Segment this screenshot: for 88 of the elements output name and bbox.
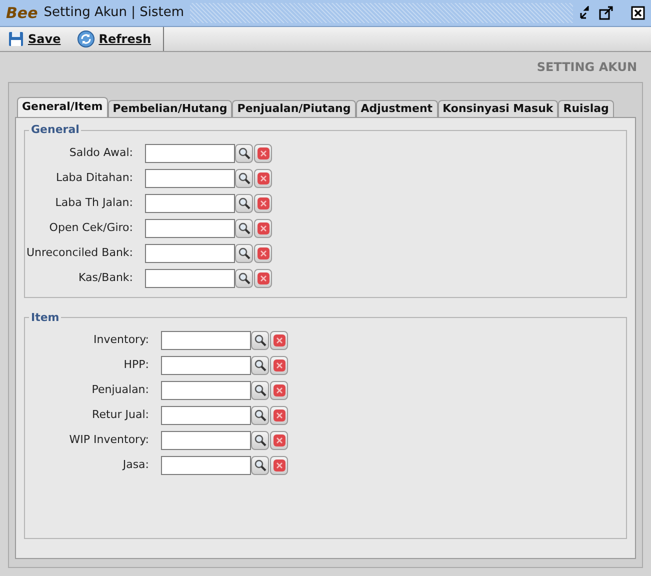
input-field[interactable]: [145, 144, 235, 162]
search-button[interactable]: [235, 194, 253, 212]
field-label: Laba Ditahan:: [54, 170, 134, 186]
clear-icon: [256, 172, 270, 184]
clear-button[interactable]: [270, 431, 288, 450]
page-title: SETTING AKUN: [536, 59, 637, 76]
search-icon: [238, 222, 250, 234]
clear-button[interactable]: [270, 356, 288, 375]
input-field[interactable]: [161, 331, 251, 350]
input-field[interactable]: [145, 268, 235, 288]
clear-icon: [272, 409, 286, 422]
clear-icon: [272, 359, 286, 372]
search-button[interactable]: [251, 356, 269, 375]
field-label: Saldo Awal:: [68, 144, 134, 161]
field-label: Kas/Bank:: [77, 270, 134, 286]
window-title: Setting Akun | Sistem: [44, 4, 184, 22]
clear-icon: [272, 384, 286, 397]
field-label: Penjualan:: [90, 382, 150, 398]
input-field[interactable]: [161, 456, 251, 475]
search-icon: [254, 359, 266, 372]
clear-icon: [256, 246, 270, 260]
group-title: General: [30, 122, 80, 138]
field-label: Laba Th Jalan:: [54, 194, 134, 211]
app-logo: Bee: [6, 6, 38, 20]
search-icon: [254, 434, 266, 447]
search-button[interactable]: [251, 456, 269, 475]
search-icon: [254, 409, 266, 422]
clear-icon: [256, 196, 270, 210]
tab[interactable]: Penjualan/Piutang: [232, 100, 356, 117]
search-icon: [238, 172, 250, 184]
clear-button[interactable]: [254, 144, 272, 162]
search-button[interactable]: [251, 331, 269, 350]
refresh-button[interactable]: Refresh: [68, 27, 160, 51]
tab[interactable]: Adjustment: [356, 100, 438, 117]
input-field[interactable]: [161, 356, 251, 375]
input-field[interactable]: [145, 244, 235, 262]
clear-button[interactable]: [270, 331, 288, 350]
clear-button[interactable]: [270, 456, 288, 475]
field-label: Open Cek/Giro:: [48, 220, 134, 236]
refresh-icon: [76, 30, 95, 48]
tab[interactable]: Konsinyasi Masuk: [438, 100, 558, 117]
clear-button[interactable]: [254, 168, 272, 188]
input-field[interactable]: [145, 194, 235, 212]
clear-icon: [272, 459, 286, 472]
search-button[interactable]: [235, 244, 253, 262]
search-button[interactable]: [235, 268, 253, 288]
clear-icon: [256, 272, 270, 284]
tab[interactable]: General/Item: [17, 97, 108, 117]
clear-icon: [272, 334, 286, 347]
maximize-icon[interactable]: [599, 6, 613, 20]
clear-icon: [272, 434, 286, 447]
input-field[interactable]: [145, 168, 235, 188]
search-icon: [238, 246, 250, 260]
group-title: Item: [30, 310, 60, 326]
input-field[interactable]: [145, 218, 235, 238]
clear-button[interactable]: [254, 194, 272, 212]
search-button[interactable]: [235, 218, 253, 238]
field-label: Jasa:: [121, 457, 150, 474]
clear-icon: [256, 222, 270, 234]
tab[interactable]: Pembelian/Hutang: [108, 100, 232, 117]
search-icon: [254, 384, 266, 397]
search-icon: [238, 272, 250, 284]
search-button[interactable]: [251, 431, 269, 450]
input-field[interactable]: [161, 406, 251, 425]
search-button[interactable]: [251, 381, 269, 400]
clear-button[interactable]: [254, 244, 272, 262]
field-label: Inventory:: [92, 332, 150, 348]
search-icon: [254, 459, 266, 472]
close-icon[interactable]: [631, 6, 645, 20]
clear-button[interactable]: [254, 268, 272, 288]
clear-button[interactable]: [270, 381, 288, 400]
field-label: Unreconciled Bank:: [25, 244, 134, 261]
input-field[interactable]: [161, 431, 251, 450]
clear-icon: [256, 146, 270, 160]
save-button[interactable]: Save: [0, 27, 69, 51]
search-button[interactable]: [251, 406, 269, 425]
search-button[interactable]: [235, 168, 253, 188]
search-icon: [238, 196, 250, 210]
field-label: Retur Jual:: [91, 407, 150, 424]
search-button[interactable]: [235, 144, 253, 162]
clear-button[interactable]: [270, 406, 288, 425]
tab[interactable]: Ruislag: [558, 100, 614, 117]
search-icon: [238, 146, 250, 160]
field-label: HPP:: [122, 357, 150, 374]
search-icon: [254, 334, 266, 347]
field-label: WIP Inventory:: [68, 432, 150, 448]
clear-button[interactable]: [254, 218, 272, 238]
input-field[interactable]: [161, 381, 251, 400]
